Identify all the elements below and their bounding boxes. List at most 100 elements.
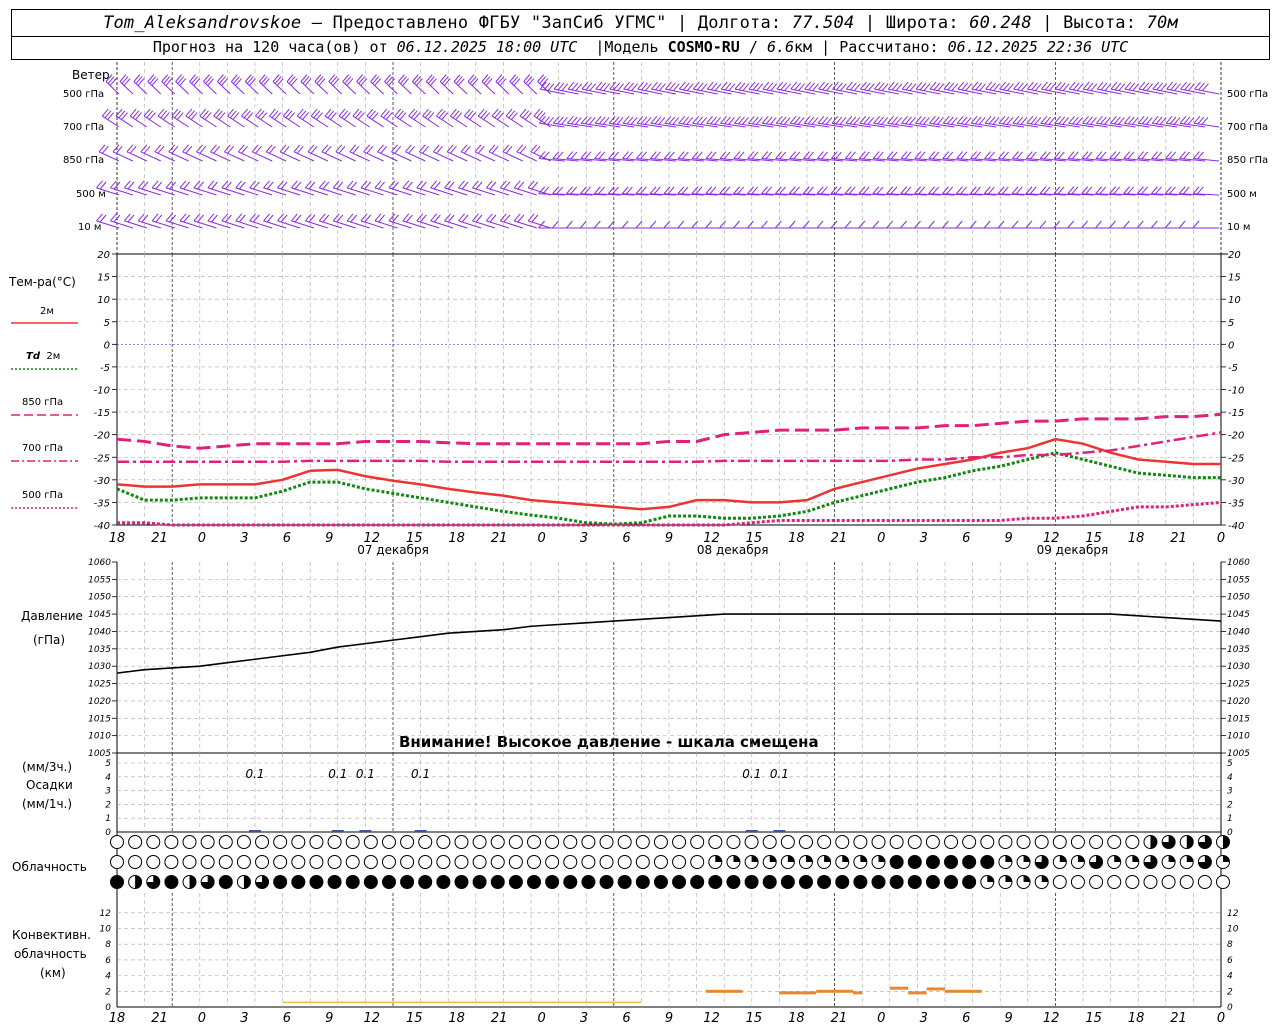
barb-flag xyxy=(969,220,977,229)
cloud-circle xyxy=(454,835,469,849)
cloud-fill xyxy=(1023,875,1031,882)
cloud-symbol xyxy=(690,835,705,849)
cloud-symbol xyxy=(635,835,650,849)
wind-barb xyxy=(1192,186,1220,196)
cloud-circle xyxy=(327,835,342,849)
cloud-circle xyxy=(835,835,850,849)
temp-ytick-label-left: 5 xyxy=(104,318,110,329)
cloud-circle xyxy=(363,875,378,889)
cloud-symbol xyxy=(418,855,433,869)
conv-cloud-bar xyxy=(705,989,743,993)
cloud-symbol xyxy=(762,875,777,889)
barb-staff xyxy=(1180,88,1206,95)
barb-staff xyxy=(902,88,927,95)
barb-staff xyxy=(296,115,315,128)
barb-staff xyxy=(310,115,329,128)
wind-barb xyxy=(1054,115,1080,128)
wind-barb xyxy=(1150,220,1178,229)
wind-barb xyxy=(900,220,927,229)
precip-bar xyxy=(359,830,372,832)
cloud-symbol xyxy=(345,855,360,869)
cloud-circle xyxy=(599,875,614,889)
barb-flag xyxy=(760,220,768,229)
cloud-symbol xyxy=(1179,835,1194,849)
wind-barb xyxy=(775,115,802,128)
barb-staff xyxy=(110,220,134,229)
temp-ytick-label-left: 15 xyxy=(97,273,110,284)
temp-axis-hour-label: 21 xyxy=(151,531,168,546)
temp-ytick-label-right: -20 xyxy=(1228,431,1244,442)
cloud-circle xyxy=(1197,875,1212,889)
barb-staff xyxy=(333,187,356,196)
wind-barb xyxy=(607,220,635,229)
cloud-circle xyxy=(581,855,596,869)
barb-staff xyxy=(1096,122,1122,128)
cloud-symbol xyxy=(907,835,922,849)
prec-ytick-label-right: 3 xyxy=(1227,787,1233,797)
barb-staff xyxy=(888,88,913,95)
wind-barb xyxy=(203,74,217,95)
barb-staff xyxy=(179,187,203,196)
cloud-circle xyxy=(291,875,306,889)
conv-axis-hour-label: 18 xyxy=(1128,1011,1145,1024)
cloud-circle xyxy=(653,835,668,849)
cloud-symbol xyxy=(110,835,124,849)
cloud-symbol xyxy=(400,875,415,889)
conv-cloud-bar xyxy=(926,987,945,991)
barb-flag xyxy=(677,220,685,229)
cloud-circle xyxy=(726,875,741,889)
pres-ytick-label-left: 1005 xyxy=(88,749,111,759)
cloud-circle xyxy=(962,835,977,849)
barb-staff xyxy=(650,122,677,128)
wind-barb xyxy=(366,108,384,128)
cloud-circle xyxy=(980,855,995,869)
cloud-circle xyxy=(400,855,415,869)
conv-axis-hour-label: 15 xyxy=(406,1011,423,1024)
barb-staff xyxy=(1097,88,1122,95)
cloud-circle xyxy=(690,875,705,889)
cloud-symbol xyxy=(273,835,288,849)
cloud-circle xyxy=(780,835,795,849)
conv-axis-hour-label: 9 xyxy=(665,1011,673,1024)
conv-ytick-label-right: 10 xyxy=(1227,925,1239,935)
cloud-symbol xyxy=(581,855,596,869)
cloud-fill xyxy=(769,855,777,862)
cloud-symbol xyxy=(490,835,505,849)
cloud-symbol xyxy=(255,835,270,849)
conv-axis-hour-label: 6 xyxy=(283,1011,291,1024)
cloud-circle xyxy=(1089,875,1104,889)
wind-barb xyxy=(96,180,120,196)
cloud-circle xyxy=(708,875,723,889)
cloud-symbol xyxy=(708,875,723,889)
wind-barb xyxy=(115,108,134,128)
pres-ytick-label-left: 1030 xyxy=(88,662,111,672)
conv-axis-hour-label: 0 xyxy=(537,1011,545,1024)
wind-barb xyxy=(845,115,871,128)
cloud-circle xyxy=(690,835,705,849)
temp-ytick-label-left: 20 xyxy=(97,250,110,261)
cloud-symbol xyxy=(1197,855,1212,869)
wind-barb xyxy=(706,115,732,128)
cloud-symbol xyxy=(798,855,813,869)
cloud-symbol xyxy=(744,855,759,869)
cloud-symbol xyxy=(907,855,922,869)
barb-staff xyxy=(319,220,342,229)
precip-bar xyxy=(745,830,758,832)
barb-staff xyxy=(762,122,788,128)
cloud-symbol xyxy=(146,875,161,889)
conv-ytick-label-left: 4 xyxy=(105,972,111,982)
cloud-circle xyxy=(780,875,795,889)
cloud-circle xyxy=(798,875,813,889)
barb-staff xyxy=(860,88,885,95)
conv-axis-hour-label: 9 xyxy=(325,1011,333,1024)
cloud-symbol xyxy=(110,875,124,889)
cloud-fill xyxy=(878,855,886,862)
barb-staff xyxy=(553,88,579,95)
cloud-symbol xyxy=(327,835,342,849)
temp-ytick-label-right: 0 xyxy=(1228,340,1234,351)
temp-ytick-label-right: 5 xyxy=(1228,318,1234,329)
wind-barb xyxy=(593,220,621,229)
wind-barb xyxy=(1026,115,1052,128)
cloud-circle xyxy=(889,835,904,849)
conv-axis-hour-label: 6 xyxy=(962,1011,970,1024)
